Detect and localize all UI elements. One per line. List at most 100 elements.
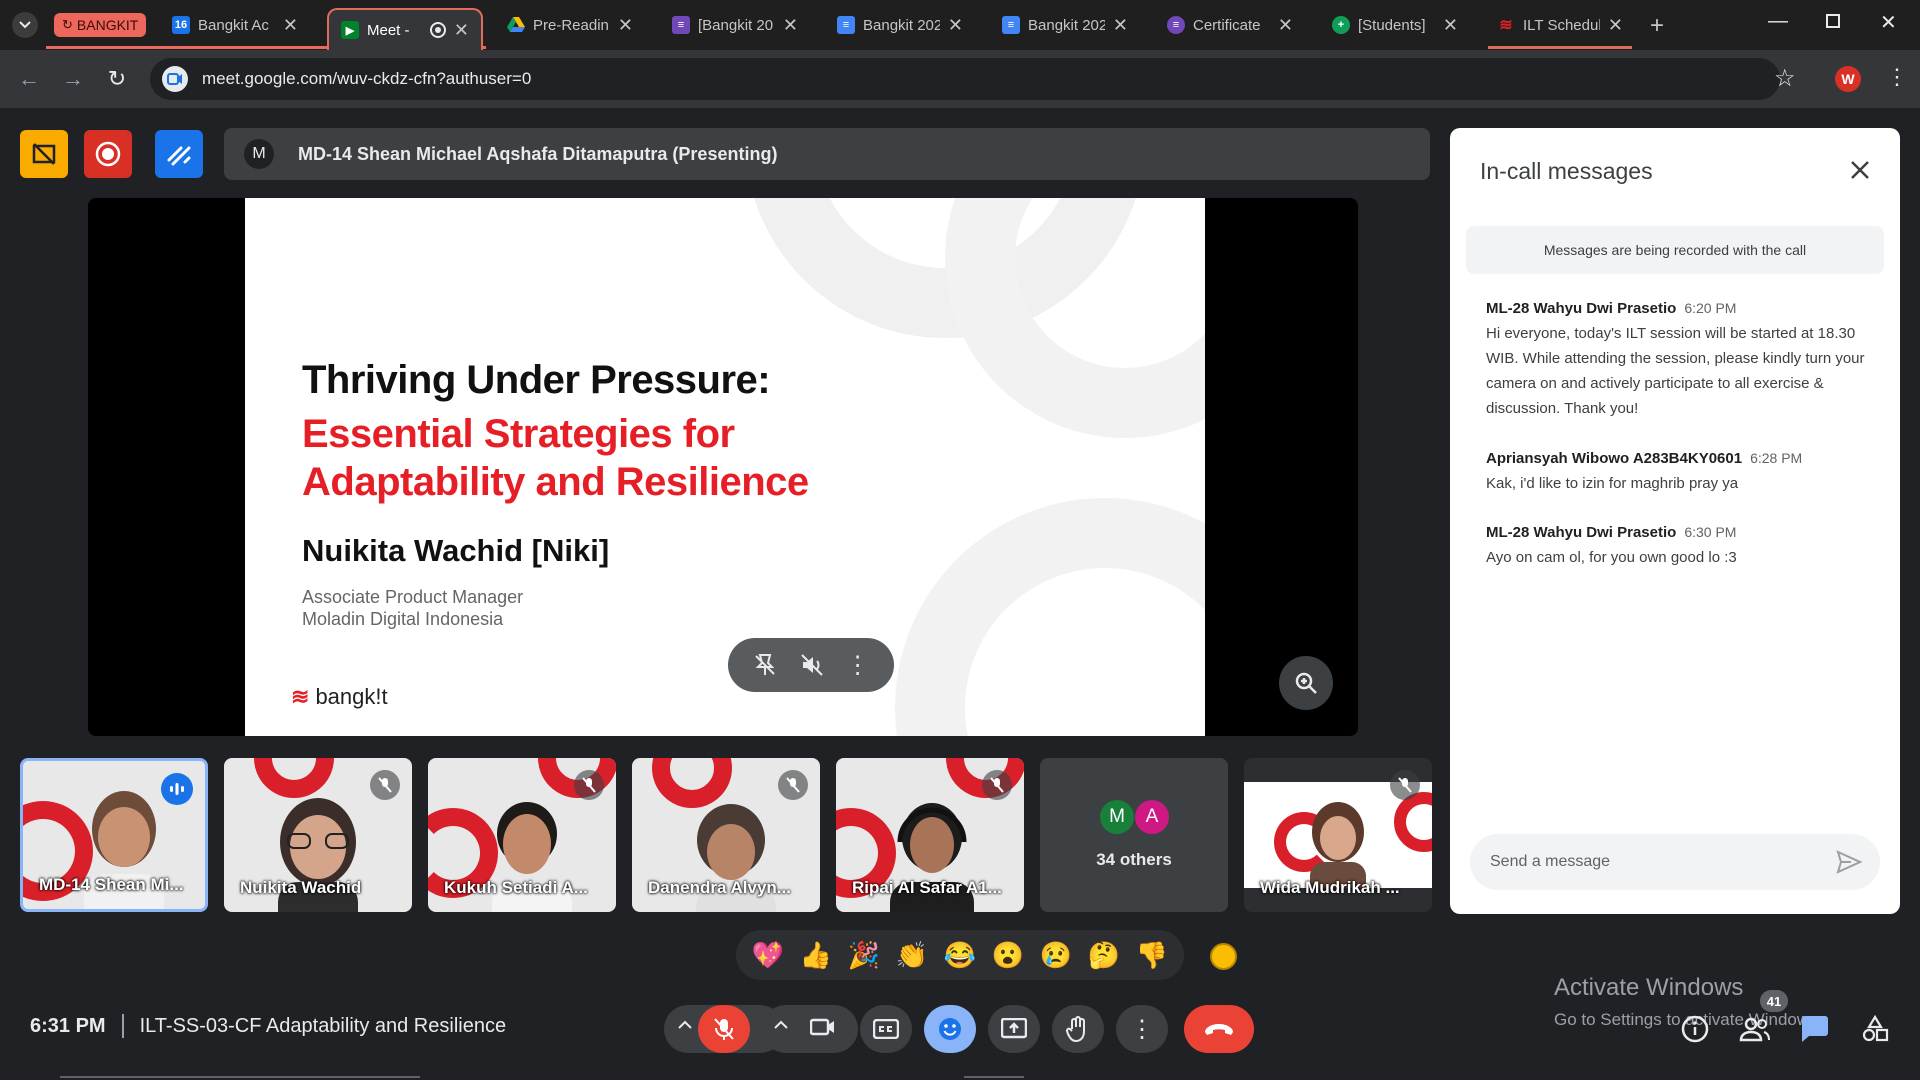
minimize-button[interactable]: — (1768, 10, 1788, 33)
close-tab-icon[interactable]: ✕ (454, 20, 469, 41)
tab-group-bangkit[interactable]: ↻ BANGKIT (54, 13, 147, 37)
close-tab-icon[interactable]: ✕ (1113, 15, 1128, 36)
mic-off-icon (778, 770, 808, 800)
sad-reaction-button[interactable]: 😢 (1040, 940, 1072, 971)
browser-menu-icon[interactable]: ⋮ (1886, 64, 1908, 90)
others-tile[interactable]: M A 34 others (1040, 758, 1228, 912)
audio-options-button[interactable] (678, 1017, 692, 1035)
recording-button[interactable] (84, 130, 132, 178)
raise-hand-button[interactable] (1052, 1005, 1104, 1053)
tab-group-label: BANGKIT (76, 17, 139, 33)
participant-tile[interactable]: Ripai Al Safar A1... (836, 758, 1024, 912)
mic-toggle-button[interactable] (698, 1005, 750, 1053)
address-bar[interactable]: meet.google.com/wuv-ckdz-cfn?authuser=0 (150, 58, 1780, 100)
no-captions-icon (32, 143, 56, 165)
restore-button[interactable] (1826, 14, 1840, 28)
send-button[interactable] (1836, 850, 1863, 879)
tab-certificate[interactable]: ≡ Certificate ✕ (1155, 8, 1305, 42)
tab-bangkit-form[interactable]: ≡ [Bangkit 20 ✕ (660, 8, 810, 42)
skin-tone-button[interactable] (1210, 943, 1237, 970)
bookmark-star-icon[interactable]: ☆ (1774, 64, 1796, 93)
close-tab-icon[interactable]: ✕ (1443, 15, 1458, 36)
tab-search-button[interactable] (12, 12, 38, 38)
participant-tile[interactable]: Nuikita Wachid (224, 758, 412, 912)
tab-pre-reading[interactable]: Pre-Readin ✕ (495, 8, 645, 42)
back-button[interactable]: ← (14, 64, 44, 94)
bangkit-logo-icon: ≋ (291, 684, 310, 709)
zoom-button[interactable] (1279, 656, 1333, 710)
clap-reaction-button[interactable]: 👏 (896, 940, 928, 971)
annotate-button[interactable] (155, 130, 203, 178)
close-tab-icon[interactable]: ✕ (1278, 15, 1293, 36)
info-icon (1681, 1015, 1709, 1043)
presenter-avatar: M (244, 139, 274, 169)
close-panel-button[interactable] (1846, 156, 1874, 184)
participant-tile[interactable]: Kukuh Setiadi A... (428, 758, 616, 912)
tab-students[interactable]: + [Students] ✕ (1320, 8, 1470, 42)
scroll-indicator (964, 1076, 1024, 1078)
close-tab-icon[interactable]: ✕ (618, 15, 633, 36)
activities-button[interactable] (1858, 1012, 1892, 1046)
tab-group-underline-2 (1488, 46, 1632, 49)
leave-call-button[interactable] (1184, 1005, 1254, 1053)
present-button[interactable] (988, 1005, 1040, 1053)
mic-off-icon (982, 770, 1012, 800)
reactions-button[interactable] (924, 1005, 976, 1053)
party-reaction-button[interactable]: 🎉 (848, 940, 880, 971)
participant-tile[interactable]: Danendra Alvyn... (632, 758, 820, 912)
docs-icon: ≡ (1002, 16, 1020, 34)
chevron-up-icon (774, 1020, 788, 1029)
video-options-button[interactable] (774, 1017, 788, 1035)
hand-icon (1066, 1016, 1085, 1043)
thinking-reaction-button[interactable]: 🤔 (1088, 940, 1120, 971)
bangkit-icon: ≋ (1499, 17, 1513, 34)
unpin-icon[interactable] (752, 652, 778, 678)
participant-name: Nuikita Wachid (240, 878, 362, 897)
present-screen-icon (1001, 1018, 1027, 1039)
mute-audio-icon[interactable] (799, 652, 825, 678)
message-input[interactable]: Send a message (1470, 834, 1880, 890)
thumbs-up-reaction-button[interactable]: 👍 (800, 940, 832, 971)
chevron-down-icon (19, 21, 31, 29)
message-sender: ML-28 Wahyu Dwi Prasetio (1486, 524, 1677, 541)
close-tab-icon[interactable]: ✕ (283, 15, 298, 36)
mic-off-icon (714, 1018, 734, 1040)
captions-button[interactable] (860, 1005, 912, 1053)
participant-tile[interactable]: MD-14 Shean Mi... (20, 758, 208, 912)
new-tab-button[interactable]: + (1650, 12, 1664, 40)
meeting-details-button[interactable] (1678, 1012, 1712, 1046)
tab-bangkit-doc-1[interactable]: ≡ Bangkit 202 ✕ (825, 8, 975, 42)
surprised-reaction-button[interactable]: 😮 (992, 940, 1024, 971)
chat-button[interactable] (1798, 1012, 1832, 1046)
whiteboard-off-button[interactable] (20, 130, 68, 178)
emoji-icon (939, 1018, 961, 1040)
tab-bangkit-doc-2[interactable]: ≡ Bangkit 202 ✕ (990, 8, 1140, 42)
chat-bubble-icon (1802, 1016, 1828, 1042)
panel-title: In-call messages (1480, 158, 1653, 184)
more-options-button[interactable]: ⋮ (1116, 1005, 1168, 1053)
message-sender: Apriansyah Wibowo A283B4KY0601 (1486, 450, 1743, 467)
heart-reaction-button[interactable]: 💖 (752, 940, 784, 971)
site-info-icon[interactable] (162, 66, 188, 92)
more-options-icon[interactable]: ⋮ (846, 651, 870, 680)
close-tab-icon[interactable]: ✕ (1608, 15, 1623, 36)
slide-speaker-name: Nuikita Wachid [Niki] (302, 533, 610, 568)
forward-button[interactable]: → (58, 64, 88, 94)
tab-bangkit-academy[interactable]: 16 Bangkit Ac ✕ (160, 8, 310, 42)
people-button[interactable] (1738, 1012, 1772, 1046)
thumbs-down-reaction-button[interactable]: 👎 (1136, 940, 1168, 971)
laugh-reaction-button[interactable]: 😂 (944, 940, 976, 971)
presentation-stage[interactable]: Thriving Under Pressure: Essential Strat… (88, 198, 1358, 736)
message-time: 6:20 PM (1684, 300, 1737, 316)
sheets-add-icon: + (1332, 16, 1350, 34)
tab-meet[interactable]: ▶ Meet - ✕ (327, 8, 483, 50)
reload-button[interactable]: ↻ (102, 64, 132, 94)
tab-ilt-schedule[interactable]: ≋ ILT Schedul ✕ (1485, 8, 1635, 42)
profile-initial: W (1841, 71, 1855, 87)
close-tab-icon[interactable]: ✕ (783, 15, 798, 36)
camera-toggle-button[interactable] (809, 1017, 836, 1042)
close-window-button[interactable]: ✕ (1880, 10, 1897, 35)
profile-avatar[interactable]: W (1835, 66, 1861, 92)
participant-tile[interactable]: Wida Mudrikah ... (1244, 758, 1432, 912)
close-tab-icon[interactable]: ✕ (948, 15, 963, 36)
